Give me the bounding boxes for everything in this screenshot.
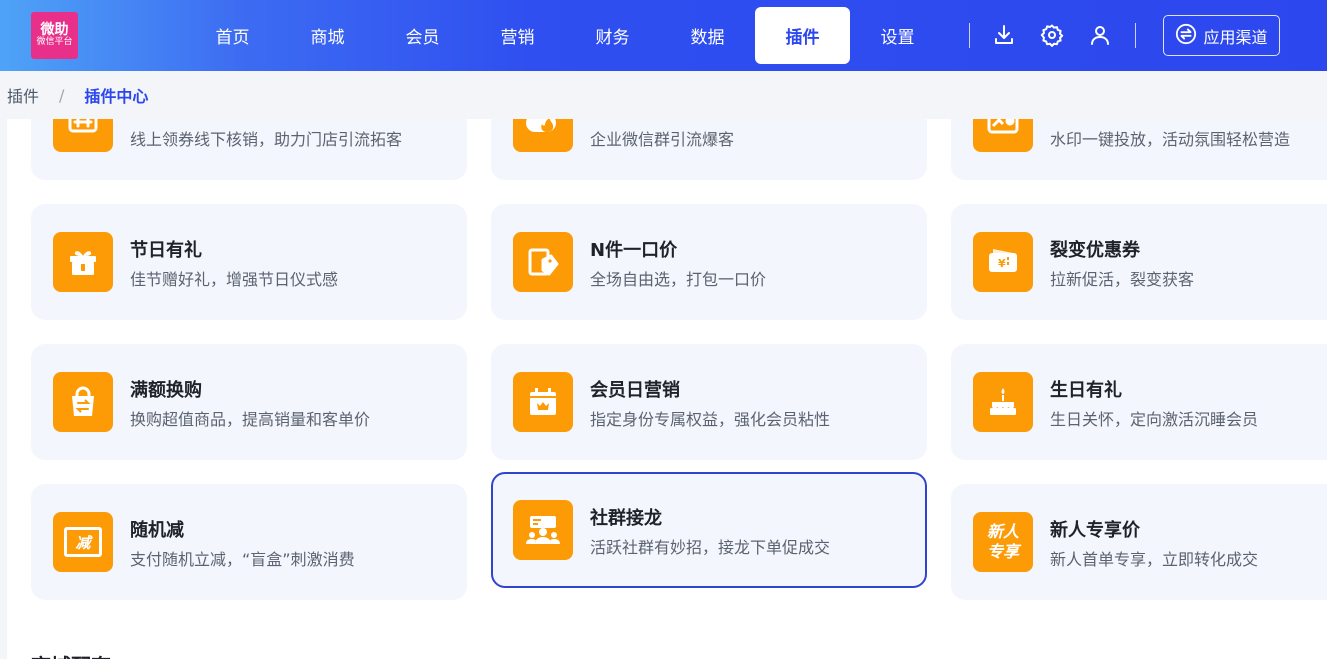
plugin-card-desc: 拉新促活，裂变获客 (1050, 270, 1195, 289)
app-channel-label: 应用渠道 (1203, 27, 1268, 47)
breadcrumb-separator: / (59, 85, 65, 105)
fire-chat-icon (513, 119, 573, 152)
plugin-card-desc: 新人首单专享，立即转化成交 (1050, 550, 1259, 569)
plugin-card-title: 新人专享价 (1050, 520, 1140, 541)
plugin-card-desc: 换购超值商品，提高销量和客单价 (130, 410, 371, 429)
download-icon[interactable] (991, 22, 1017, 48)
nav-item-members[interactable]: 会员 (375, 7, 470, 64)
breadcrumb-current: 插件中心 (84, 87, 149, 106)
plugin-card-desc: 支付随机立减，“盲盒”刺激消费 (130, 550, 355, 569)
breadcrumb: 插件 / 插件中心 (0, 71, 1327, 119)
plugin-card-community-relay[interactable]: 社群接龙 活跃社群有妙招，接龙下单促成交 (491, 472, 927, 588)
plugin-card-title: 随机减 (130, 520, 184, 541)
random-discount-icon-text: 减 (75, 533, 91, 552)
plugin-card-title: 裂变优惠券 (1050, 240, 1140, 261)
nav-item-finance[interactable]: 财务 (565, 7, 660, 64)
plugin-card-desc: 活跃社群有妙招，接龙下单促成交 (590, 538, 831, 557)
new-user-icon-text: 新人专享 (986, 522, 1019, 561)
gear-icon[interactable] (1039, 22, 1065, 48)
logo-text-secondary: 微信平台 (36, 37, 73, 48)
nav-divider (969, 23, 970, 48)
plugin-card-birthday-gift[interactable]: 生日有礼 生日关怀，定向激活沉睡会员 (951, 344, 1327, 460)
plugin-card-desc: 企业微信群引流爆客 (590, 130, 735, 149)
plugin-card-desc: 线上领券线下核销，助力门店引流拓客 (130, 130, 403, 149)
plugin-card-random-discount[interactable]: 减 随机减 支付随机立减，“盲盒”刺激消费 (31, 484, 467, 600)
plugin-card-title: 社群接龙 (590, 508, 662, 529)
swap-circle-icon (1175, 23, 1197, 49)
nav-item-mall[interactable]: 商城 (280, 7, 375, 64)
plugin-card-title: 会员日营销 (590, 380, 680, 401)
plugin-card[interactable]: 企业微信群引流爆客 (491, 119, 927, 180)
watermark-icon (973, 119, 1033, 152)
plugin-center-content: 线上领券线下核销，助力门店引流拓客 企业微信群引流爆客 水印一键投放，活动氛围轻… (7, 119, 1327, 659)
nav-item-home[interactable]: 首页 (185, 7, 280, 64)
gift-icon (53, 232, 113, 292)
shopping-bag-exchange-icon (53, 372, 113, 432)
plugin-card-festival-gift[interactable]: 节日有礼 佳节赠好礼，增强节日仪式感 (31, 204, 467, 320)
plugin-card-fission-coupon[interactable]: ¥ 裂变优惠券 拉新促活，裂变获客 (951, 204, 1327, 320)
main-nav: 首页 商城 会员 营销 财务 数据 插件 设置 (185, 7, 945, 64)
plugin-card[interactable]: 线上领券线下核销，助力门店引流拓客 (31, 119, 467, 180)
nav-divider (1135, 23, 1136, 48)
plugin-card-title: N件一口价 (590, 240, 678, 261)
svg-text:¥: ¥ (998, 257, 1006, 270)
plugin-card-desc: 指定身份专属权益，强化会员粘性 (590, 410, 831, 429)
yen-coupon-icon: ¥ (973, 232, 1033, 292)
nav-item-settings[interactable]: 设置 (850, 7, 945, 64)
plugin-card-title: 满额换购 (130, 380, 202, 401)
calendar-crown-icon (513, 372, 573, 432)
new-user-icon: 新人专享 (973, 512, 1033, 572)
plugin-card-member-day[interactable]: 会员日营销 指定身份专属权益，强化会员粘性 (491, 344, 927, 460)
plugin-card-title: 生日有礼 (1050, 380, 1122, 401)
section-title: 商城配套 (31, 650, 111, 659)
logo[interactable]: 微助 微信平台 (31, 12, 78, 59)
top-navigation-bar: 微助 微信平台 首页 商城 会员 营销 财务 数据 插件 设置 应用渠道 (0, 0, 1327, 71)
nav-item-plugins[interactable]: 插件 (755, 7, 850, 64)
plugin-card-title: 节日有礼 (130, 240, 202, 261)
plugin-card-desc: 生日关怀，定向激活沉睡会员 (1050, 410, 1259, 429)
price-tag-icon (513, 232, 573, 292)
breadcrumb-root[interactable]: 插件 (7, 83, 39, 107)
birthday-cake-icon (973, 372, 1033, 432)
plugin-card-full-amount-exchange[interactable]: 满额换购 换购超值商品，提高销量和客单价 (31, 344, 467, 460)
nav-item-data[interactable]: 数据 (660, 7, 755, 64)
plugin-card-new-user-price[interactable]: 新人专享 新人专享价 新人首单专享，立即转化成交 (951, 484, 1327, 600)
coupon-icon (53, 119, 113, 152)
logo-text-primary: 微助 (40, 22, 69, 39)
community-group-icon (513, 500, 573, 560)
plugin-card-desc: 水印一键投放，活动氛围轻松营造 (1050, 130, 1291, 149)
plugin-card-desc: 佳节赠好礼，增强节日仪式感 (130, 270, 339, 289)
user-icon[interactable] (1087, 22, 1113, 48)
random-discount-icon: 减 (53, 512, 113, 572)
plugin-card-desc: 全场自由选，打包一口价 (590, 270, 767, 289)
plugin-card[interactable]: 水印一键投放，活动氛围轻松营造 (951, 119, 1327, 180)
app-channel-button[interactable]: 应用渠道 (1163, 15, 1280, 56)
plugin-card-n-items-fixed-price[interactable]: N件一口价 全场自由选，打包一口价 (491, 204, 927, 320)
nav-item-marketing[interactable]: 营销 (470, 7, 565, 64)
